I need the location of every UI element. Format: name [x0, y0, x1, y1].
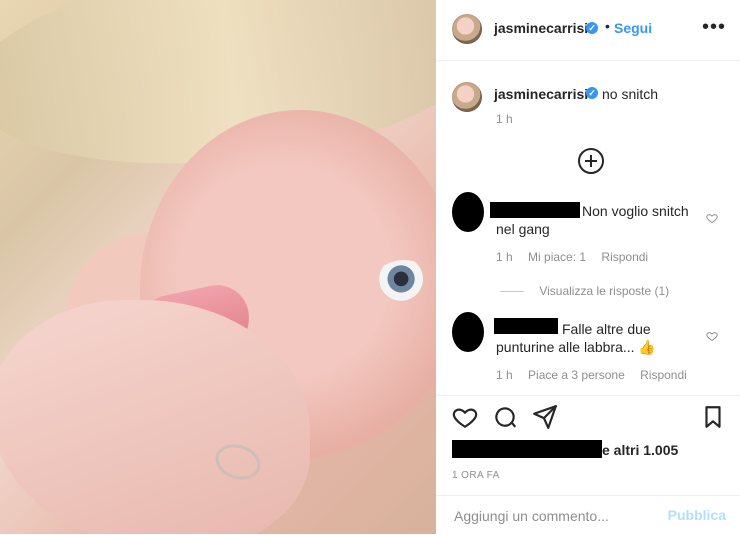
header-separator-dot: •: [605, 18, 610, 34]
comment-1: Non voglio snitch nel gang 1 h Mi piace:…: [436, 192, 740, 302]
caption-author-avatar[interactable]: [452, 82, 482, 112]
more-options-icon[interactable]: •••: [702, 16, 726, 39]
comment-composer: Pubblica: [436, 495, 740, 535]
post-photo: [0, 0, 436, 534]
likes-redaction: [452, 440, 602, 458]
replies-divider: [500, 291, 524, 293]
instagram-post: jasminecarrisi ✓ • Segui ••• jasminecarr…: [0, 0, 740, 534]
add-comment-input[interactable]: [452, 504, 666, 528]
comment-avatar-redacted[interactable]: [452, 192, 484, 232]
comment-like-heart-icon[interactable]: [706, 330, 718, 342]
username-redaction: [494, 318, 558, 334]
comment-text-line-2: punturine alle labbra... 👍: [496, 339, 656, 355]
photo-eye: [375, 260, 433, 302]
caption-time: 1 h: [496, 112, 513, 126]
post-actions: [436, 395, 740, 436]
comment-text-line-2: nel gang: [496, 221, 550, 237]
likes-summary[interactable]: e altri 1.005: [452, 440, 732, 462]
post-sidebar: jasminecarrisi ✓ • Segui ••• jasminecarr…: [436, 0, 740, 534]
comment-likes[interactable]: Mi piace: 1: [528, 250, 586, 264]
bookmark-icon[interactable]: [700, 404, 726, 430]
caption-author-username[interactable]: jasminecarrisi: [494, 86, 588, 102]
comment-like-heart-icon[interactable]: [706, 212, 718, 224]
post-header: jasminecarrisi ✓ • Segui •••: [436, 0, 740, 61]
heart-icon[interactable]: [452, 404, 478, 430]
comment-time: 1 h: [496, 250, 513, 264]
likes-count-text: e altri 1.005: [602, 442, 679, 458]
verified-badge-icon: ✓: [586, 87, 598, 99]
caption-text: no snitch: [602, 86, 659, 102]
author-username[interactable]: jasminecarrisi: [494, 20, 588, 36]
reply-button[interactable]: Rispondi: [601, 250, 648, 264]
comment-meta: 1 h Piace a 3 persone Rispondi: [496, 368, 699, 382]
view-replies-button[interactable]: Visualizza le risposte (1): [500, 284, 669, 298]
comment-text-line-1: Non voglio snitch: [582, 203, 689, 219]
post-caption: jasminecarrisi ✓ no snitch 1 h: [436, 70, 740, 130]
comment-2: Falle altre due punturine alle labbra...…: [436, 312, 740, 392]
plus-circle-icon[interactable]: [578, 148, 604, 174]
comment-meta: 1 h Mi piace: 1 Rispondi: [496, 250, 660, 264]
share-icon[interactable]: [532, 404, 558, 430]
author-avatar[interactable]: [452, 14, 482, 44]
comment-text-line-1: Falle altre due: [562, 321, 651, 337]
comment-avatar-redacted[interactable]: [452, 312, 484, 352]
reply-button[interactable]: Rispondi: [640, 368, 687, 382]
post-timestamp: 1 ORA FA: [452, 470, 500, 481]
view-replies-label: Visualizza le risposte (1): [539, 284, 670, 298]
follow-button[interactable]: Segui: [614, 20, 652, 36]
comment-time: 1 h: [496, 368, 513, 382]
comment-likes[interactable]: Piace a 3 persone: [528, 368, 625, 382]
username-redaction: [490, 202, 580, 218]
verified-badge-icon: ✓: [586, 22, 598, 34]
publish-button[interactable]: Pubblica: [668, 507, 726, 523]
comment-icon[interactable]: [492, 404, 518, 430]
